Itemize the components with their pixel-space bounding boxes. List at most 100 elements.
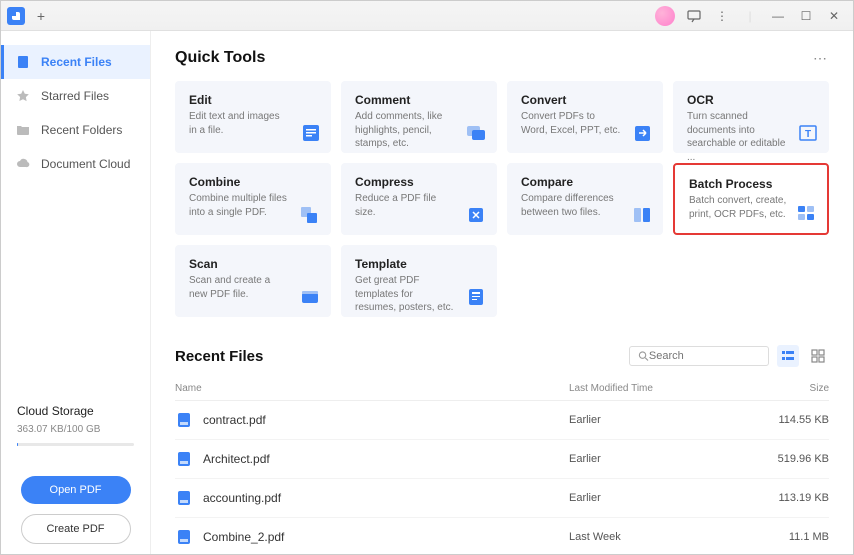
tool-batch-process[interactable]: Batch Process Batch convert, create, pri… xyxy=(673,163,829,235)
tool-desc: Get great PDF templates for resumes, pos… xyxy=(355,274,455,315)
file-name: Combine_2.pdf xyxy=(203,530,284,544)
file-name: Architect.pdf xyxy=(203,452,270,466)
ocr-icon: T xyxy=(797,123,819,143)
sidebar-item-recent-folders[interactable]: Recent Folders xyxy=(1,113,150,147)
table-header: Name Last Modified Time Size xyxy=(175,377,829,401)
cloud-icon xyxy=(15,156,31,172)
divider: | xyxy=(737,3,763,29)
folder-icon xyxy=(15,122,31,138)
pdf-icon xyxy=(175,489,193,507)
col-name: Name xyxy=(175,383,569,394)
file-name: contract.pdf xyxy=(203,413,266,427)
table-row[interactable]: accounting.pdf Earlier 113.19 KB xyxy=(175,479,829,518)
open-pdf-button[interactable]: Open PDF xyxy=(21,476,131,504)
file-size: 11.1 MB xyxy=(749,531,829,543)
sidebar-item-label: Starred Files xyxy=(41,89,109,103)
combine-icon xyxy=(299,205,321,225)
template-icon xyxy=(465,287,487,307)
tool-combine[interactable]: Combine Combine multiple files into a si… xyxy=(175,163,331,235)
app-logo xyxy=(7,7,25,25)
col-size: Size xyxy=(749,383,829,394)
tool-title: Compress xyxy=(355,175,483,189)
tool-template[interactable]: Template Get great PDF templates for res… xyxy=(341,245,497,317)
search-input[interactable] xyxy=(649,350,760,362)
tool-scan[interactable]: Scan Scan and create a new PDF file. xyxy=(175,245,331,317)
file-time: Earlier xyxy=(569,453,749,465)
tool-title: Combine xyxy=(189,175,317,189)
tool-title: Compare xyxy=(521,175,649,189)
create-pdf-button[interactable]: Create PDF xyxy=(21,514,131,544)
minimize-button[interactable]: — xyxy=(765,3,791,29)
feedback-icon[interactable] xyxy=(681,3,707,29)
table-row[interactable]: Architect.pdf Earlier 519.96 KB xyxy=(175,440,829,479)
more-icon[interactable]: ⋯ xyxy=(813,50,829,67)
tool-desc: Add comments, like highlights, pencil, s… xyxy=(355,110,455,151)
content-area: Quick Tools ⋯ Edit Edit text and images … xyxy=(151,31,853,554)
tool-ocr[interactable]: OCR Turn scanned documents into searchab… xyxy=(673,81,829,153)
tool-title: Template xyxy=(355,257,483,271)
tool-desc: Scan and create a new PDF file. xyxy=(189,274,289,301)
tool-desc: Compare differences between two files. xyxy=(521,192,621,219)
menu-icon[interactable]: ⋮ xyxy=(709,3,735,29)
tool-title: Batch Process xyxy=(689,177,813,191)
tool-comment[interactable]: Comment Add comments, like highlights, p… xyxy=(341,81,497,153)
storage-bar xyxy=(17,443,134,446)
tool-title: Convert xyxy=(521,93,649,107)
table-row[interactable]: Combine_2.pdf Last Week 11.1 MB xyxy=(175,518,829,554)
tool-desc: Batch convert, create, print, OCR PDFs, … xyxy=(689,194,789,221)
tools-grid: Edit Edit text and images in a file. Com… xyxy=(175,81,829,317)
cloud-storage-section: Cloud Storage 363.07 KB/100 GB xyxy=(1,404,150,476)
titlebar: + ⋮ | — ☐ ✕ xyxy=(1,1,853,31)
file-size: 519.96 KB xyxy=(749,453,829,465)
tool-edit[interactable]: Edit Edit text and images in a file. xyxy=(175,81,331,153)
tool-title: Edit xyxy=(189,93,317,107)
compress-icon xyxy=(465,205,487,225)
pdf-icon xyxy=(175,411,193,429)
scan-icon xyxy=(299,287,321,307)
file-name: accounting.pdf xyxy=(203,491,281,505)
comment-icon xyxy=(465,123,487,143)
file-icon xyxy=(15,54,31,70)
file-size: 113.19 KB xyxy=(749,492,829,504)
table-row[interactable]: contract.pdf Earlier 114.55 KB xyxy=(175,401,829,440)
tool-desc: Turn scanned documents into searchable o… xyxy=(687,110,787,164)
tool-desc: Reduce a PDF file size. xyxy=(355,192,455,219)
file-size: 114.55 KB xyxy=(749,414,829,426)
sidebar-item-recent-files[interactable]: Recent Files xyxy=(1,45,150,79)
file-table: Name Last Modified Time Size contract.pd… xyxy=(175,377,829,554)
tool-desc: Combine multiple files into a single PDF… xyxy=(189,192,289,219)
add-tab-button[interactable]: + xyxy=(31,6,51,26)
sidebar-item-document-cloud[interactable]: Document Cloud xyxy=(1,147,150,181)
profile-orb[interactable] xyxy=(655,6,675,26)
maximize-button[interactable]: ☐ xyxy=(793,3,819,29)
convert-icon xyxy=(631,123,653,143)
close-button[interactable]: ✕ xyxy=(821,3,847,29)
file-time: Earlier xyxy=(569,414,749,426)
star-icon xyxy=(15,88,31,104)
edit-icon xyxy=(299,123,321,143)
sidebar-item-starred-files[interactable]: Starred Files xyxy=(1,79,150,113)
sidebar: Recent Files Starred Files Recent Folder… xyxy=(1,31,151,554)
tool-convert[interactable]: Convert Convert PDFs to Word, Excel, PPT… xyxy=(507,81,663,153)
search-box[interactable] xyxy=(629,346,769,366)
file-time: Earlier xyxy=(569,492,749,504)
sidebar-item-label: Recent Files xyxy=(41,55,112,69)
quick-tools-title: Quick Tools xyxy=(175,49,265,67)
tool-compress[interactable]: Compress Reduce a PDF file size. xyxy=(341,163,497,235)
sidebar-item-label: Document Cloud xyxy=(41,157,130,171)
tool-title: Scan xyxy=(189,257,317,271)
search-icon xyxy=(638,350,649,362)
pdf-icon xyxy=(175,528,193,546)
recent-files-title: Recent Files xyxy=(175,348,263,365)
sidebar-item-label: Recent Folders xyxy=(41,123,122,137)
list-view-button[interactable] xyxy=(777,345,799,367)
pdf-icon xyxy=(175,450,193,468)
compare-icon xyxy=(631,205,653,225)
svg-text:T: T xyxy=(805,129,811,140)
grid-view-button[interactable] xyxy=(807,345,829,367)
storage-title: Cloud Storage xyxy=(17,404,134,418)
tool-desc: Edit text and images in a file. xyxy=(189,110,289,137)
storage-usage: 363.07 KB/100 GB xyxy=(17,424,134,435)
tool-compare[interactable]: Compare Compare differences between two … xyxy=(507,163,663,235)
file-time: Last Week xyxy=(569,531,749,543)
